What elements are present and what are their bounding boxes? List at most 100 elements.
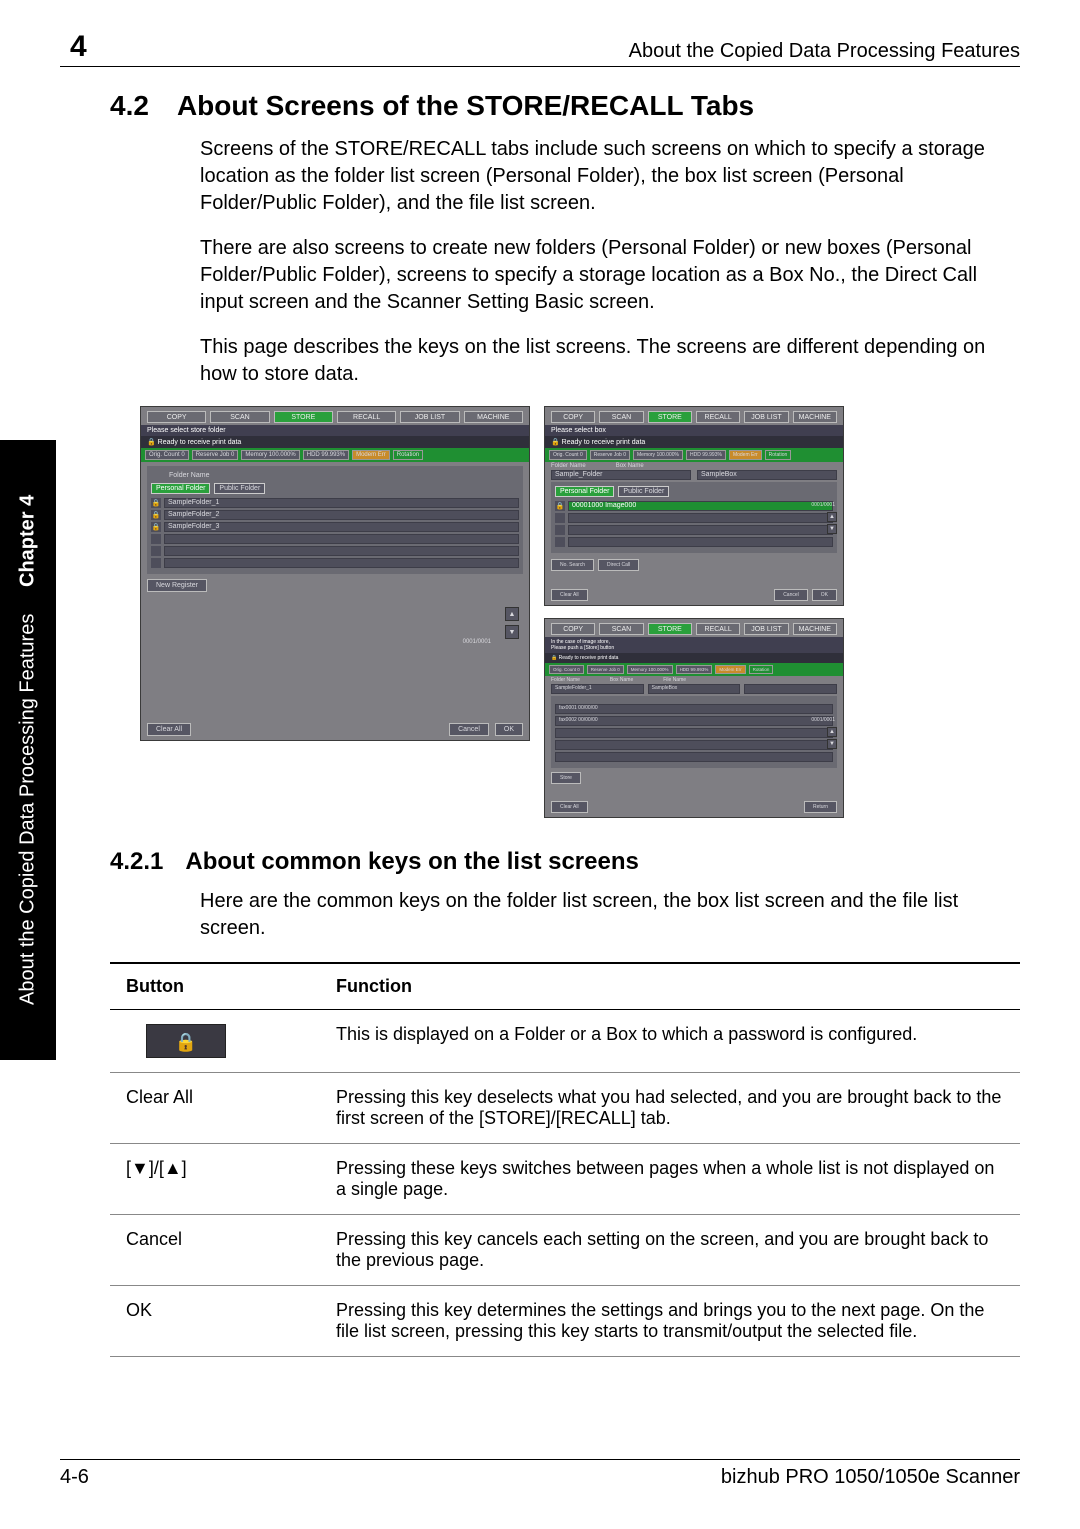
box-name-value: SampleBox — [648, 684, 741, 694]
page-count: 0001/0001 — [811, 502, 835, 508]
list-item[interactable]: fax0002 00/00/00 — [555, 716, 833, 726]
screen-title-bar: Please select box — [545, 425, 843, 436]
tab-copy[interactable]: COPY — [551, 411, 595, 423]
screenshot-folder-list: COPY SCAN STORE RECALL JOB LIST MACHINE … — [140, 406, 530, 741]
footer-model: bizhub PRO 1050/1050e Scanner — [721, 1466, 1020, 1489]
sub-para: Here are the common keys on the folder l… — [200, 888, 1020, 942]
ready-bar: 🔒 Ready to receive print data — [545, 436, 843, 448]
btn-cell: OK — [110, 1286, 320, 1357]
new-register-button[interactable]: New Register — [147, 579, 207, 592]
fn-cell: Pressing this key cancels each setting o… — [320, 1215, 1020, 1286]
tab-scan[interactable]: SCAN — [599, 623, 643, 635]
tab-machine[interactable]: MACHINE — [793, 623, 837, 635]
subtab-public[interactable]: Public Folder — [214, 483, 265, 494]
page-count: 0001/0001 — [463, 639, 491, 645]
page-down-button[interactable]: ▼ — [827, 739, 837, 749]
lock-icon: 🔒 — [151, 510, 161, 520]
page-down-button[interactable]: ▼ — [827, 524, 837, 534]
subtab-personal[interactable]: Personal Folder — [555, 486, 614, 497]
table-row: OK Pressing this key determines the sett… — [110, 1286, 1020, 1357]
page-count: 0001/0001 — [811, 717, 835, 723]
header-box: Box Name — [610, 677, 633, 683]
page-up-button[interactable]: ▲ — [827, 512, 837, 522]
list-item[interactable]: SampleFolder_2 — [164, 510, 519, 520]
tab-machine[interactable]: MACHINE — [464, 411, 523, 423]
tab-store[interactable]: STORE — [648, 623, 692, 635]
tab-copy[interactable]: COPY — [147, 411, 206, 423]
table-row: 🔒 This is displayed on a Folder or a Box… — [110, 1010, 1020, 1073]
ready-bar: 🔒 Ready to receive print data — [545, 653, 843, 663]
subtab-personal[interactable]: Personal Folder — [151, 483, 210, 494]
tab-scan[interactable]: SCAN — [210, 411, 269, 423]
btn-cell: Cancel — [110, 1215, 320, 1286]
tab-recall[interactable]: RECALL — [696, 623, 740, 635]
fn-cell: Pressing this key deselects what you had… — [320, 1073, 1020, 1144]
para-3: This page describes the keys on the list… — [200, 334, 1020, 388]
list-item[interactable]: 00001000 Image000 — [568, 501, 833, 511]
chip: Rotation — [765, 450, 792, 460]
ready-text: Ready to receive print data — [562, 439, 646, 446]
screenshot-file-list: COPY SCAN STORE RECALL JOB LIST MACHINE … — [544, 618, 844, 818]
folder-name-value: Sample_Folder — [551, 470, 691, 480]
tab-scan[interactable]: SCAN — [599, 411, 643, 423]
subsection-number: 4.2.1 — [110, 848, 163, 875]
tab-recall[interactable]: RECALL — [696, 411, 740, 423]
list-item[interactable]: SampleFolder_1 — [164, 498, 519, 508]
chip-reserve: Reserve Job 0 — [192, 450, 239, 460]
subtab-public[interactable]: Public Folder — [618, 486, 669, 497]
box-name-value: SampleBox — [697, 470, 837, 480]
tab-store[interactable]: STORE — [648, 411, 692, 423]
page-down-button[interactable]: ▼ — [505, 625, 519, 639]
screenshots-row: COPY SCAN STORE RECALL JOB LIST MACHINE … — [140, 406, 1020, 818]
return-button[interactable]: Return — [804, 801, 837, 813]
clear-all-button[interactable]: Clear All — [147, 723, 191, 736]
page-up-button[interactable]: ▲ — [505, 607, 519, 621]
btn-cell: Clear All — [110, 1073, 320, 1144]
cancel-button[interactable]: Cancel — [449, 723, 489, 736]
chip: HDD 99.993% — [676, 665, 713, 674]
chip-hdd: HDD 99.993% — [303, 450, 349, 460]
list-item[interactable]: fax0001 00/00/00 — [555, 704, 833, 714]
cancel-button[interactable]: Cancel — [774, 589, 808, 601]
chip: Rotation — [749, 665, 774, 674]
fn-cell: This is displayed on a Folder or a Box t… — [320, 1010, 1020, 1073]
tab-joblist[interactable]: JOB LIST — [744, 411, 788, 423]
ok-button[interactable]: OK — [812, 589, 837, 601]
section-heading: 4.2About Screens of the STORE/RECALL Tab… — [110, 90, 1020, 122]
tab-store[interactable]: STORE — [274, 411, 333, 423]
direct-call-button[interactable]: Direct Call — [598, 559, 639, 571]
chip-modem: Modem Err — [352, 450, 390, 460]
no-search-button[interactable]: No. Search — [551, 559, 594, 571]
ok-button[interactable]: OK — [495, 723, 523, 736]
title-line2: Please push a [Store] button — [551, 645, 614, 651]
header-folder: Folder Name — [551, 463, 586, 469]
subsection-heading: 4.2.1About common keys on the list scree… — [110, 848, 1020, 876]
chip-origcount: Orig. Count 0 — [145, 450, 189, 460]
clear-all-button[interactable]: Clear All — [551, 801, 588, 813]
tab-recall[interactable]: RECALL — [337, 411, 396, 423]
chip-memory: Memory 100.000% — [241, 450, 299, 460]
lock-icon: 🔒 — [551, 439, 560, 446]
tab-machine[interactable]: MACHINE — [793, 411, 837, 423]
clear-all-button[interactable]: Clear All — [551, 589, 588, 601]
ready-bar: 🔒 Ready to receive print data — [141, 436, 529, 448]
chip: Reserve Job 0 — [590, 450, 630, 460]
lock-icon: 🔒 — [555, 501, 565, 511]
btn-cell: [▼]/[▲] — [110, 1144, 320, 1215]
chip: Orig. Count 0 — [549, 665, 584, 674]
chip: Memory 100.000% — [633, 450, 683, 460]
store-button[interactable]: Store — [551, 772, 581, 784]
tab-joblist[interactable]: JOB LIST — [400, 411, 459, 423]
tab-copy[interactable]: COPY — [551, 623, 595, 635]
chip: Orig. Count 0 — [549, 450, 587, 460]
running-head: About the Copied Data Processing Feature… — [629, 40, 1020, 63]
tab-joblist[interactable]: JOB LIST — [744, 623, 788, 635]
side-tab-text: About the Copied Data Processing Feature… — [17, 613, 40, 1004]
lock-icon: 🔒 — [151, 522, 161, 532]
list-item[interactable]: SampleFolder_3 — [164, 522, 519, 532]
screenshot-box-list: COPY SCAN STORE RECALL JOB LIST MACHINE … — [544, 406, 844, 606]
folder-name-label: Folder Name — [169, 472, 519, 479]
page-up-button[interactable]: ▲ — [827, 727, 837, 737]
page-footer: 4-6 bizhub PRO 1050/1050e Scanner — [60, 1459, 1020, 1489]
header-folder: Folder Name — [551, 677, 580, 683]
